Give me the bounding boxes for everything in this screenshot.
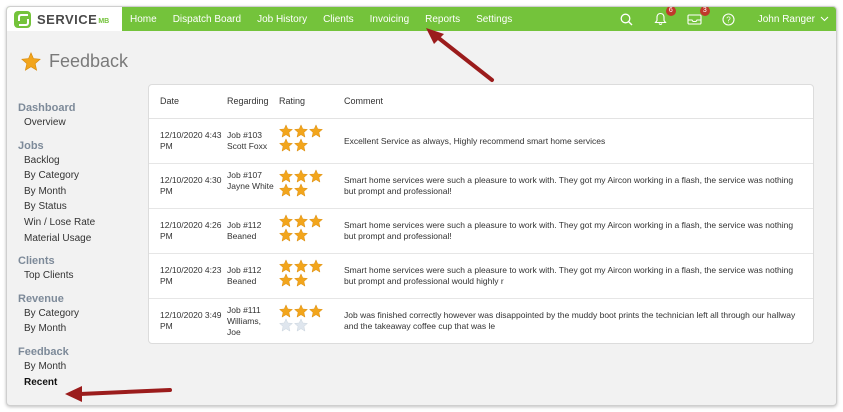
nav-utilities: 6 3 ? John Ranger (610, 7, 836, 31)
star-filled-icon (309, 169, 323, 183)
star-filled-icon (279, 169, 293, 183)
table-row[interactable]: 12/10/2020 3:49 PM Job #111 Williams, Jo… (149, 299, 813, 344)
sidebar-heading-dashboard: Dashboard (18, 102, 76, 114)
date-cell: 12/10/2020 4:43 PM (160, 130, 222, 151)
sidebar-item-jobs-by-month[interactable]: By Month (18, 184, 133, 200)
search-icon[interactable] (619, 11, 635, 27)
regarding-cell[interactable]: Job #107 Jayne White (227, 170, 277, 192)
table-row[interactable]: 12/10/2020 4:30 PM Job #107 Jayne White … (149, 164, 813, 209)
logo-icon (14, 10, 31, 28)
star-filled-icon (309, 214, 323, 228)
star-filled-icon (294, 214, 308, 228)
date-cell: 12/10/2020 4:30 PM (160, 175, 222, 196)
annotation-arrow-recent (65, 386, 172, 402)
table-row[interactable]: 12/10/2020 4:26 PM Job #112 Beaned Smart… (149, 209, 813, 254)
table-row[interactable]: 12/10/2020 4:43 PM Job #103 Scott Foxx E… (149, 119, 813, 164)
nav-dispatch-board[interactable]: Dispatch Board (173, 14, 241, 25)
star-filled-icon (294, 273, 308, 287)
rating-stars (279, 259, 325, 287)
star-filled-icon (294, 169, 308, 183)
star-filled-icon (279, 138, 293, 152)
page-header: Feedback (21, 51, 128, 72)
star-filled-icon (294, 304, 308, 318)
star-filled-icon (279, 183, 293, 197)
comment-cell: Smart home services were such a pleasure… (344, 175, 794, 196)
star-filled-icon (279, 228, 293, 242)
nav-settings[interactable]: Settings (476, 14, 512, 25)
star-filled-icon (279, 304, 293, 318)
page-title: Feedback (49, 51, 129, 71)
brand-logo[interactable]: SERVICE MB (7, 7, 122, 31)
sidebar-item-material-usage[interactable]: Material Usage (18, 231, 133, 247)
rating-stars (279, 124, 325, 152)
sidebar-item-jobs-by-status[interactable]: By Status (18, 199, 133, 215)
star-filled-icon (279, 273, 293, 287)
comment-cell: Excellent Service as always, Highly reco… (344, 136, 606, 146)
reports-sidebar: Dashboard Overview Jobs Backlog By Categ… (18, 101, 133, 390)
help-icon[interactable]: ? (721, 11, 737, 27)
inbox-badge: 3 (699, 7, 710, 16)
star-filled-icon (279, 124, 293, 138)
star-filled-icon (294, 138, 308, 152)
star-empty-icon (279, 318, 293, 332)
sidebar-heading-feedback: Feedback (18, 345, 69, 358)
table-row[interactable]: 12/10/2020 4:23 PM Job #112 Beaned Smart… (149, 254, 813, 299)
star-filled-icon (279, 214, 293, 228)
nav-home[interactable]: Home (130, 14, 157, 25)
comment-cell: Job was finished correctly however was d… (344, 310, 796, 331)
sidebar-item-feedback-by-month[interactable]: By Month (18, 359, 133, 375)
table-header: Date Regarding Rating Comment (149, 85, 813, 119)
notifications-bell-icon[interactable]: 6 (653, 7, 676, 27)
date-cell: 12/10/2020 3:49 PM (160, 310, 222, 331)
sidebar-item-backlog[interactable]: Backlog (18, 153, 133, 169)
brand-suffix: MB (98, 17, 110, 25)
svg-text:?: ? (727, 15, 732, 24)
rating-stars (279, 169, 325, 197)
star-empty-icon (294, 318, 308, 332)
comment-cell: Smart home services were such a pleasure… (344, 265, 794, 286)
star-filled-icon (309, 124, 323, 138)
sidebar-heading-jobs: Jobs (18, 139, 44, 152)
regarding-cell[interactable]: Job #112 Beaned (227, 265, 277, 287)
nav-job-history[interactable]: Job History (257, 14, 307, 25)
comment-cell: Smart home services were such a pleasure… (344, 220, 794, 241)
sidebar-heading-revenue: Revenue (18, 292, 64, 305)
star-filled-icon (309, 259, 323, 273)
inbox-icon[interactable]: 3 (687, 7, 710, 27)
star-filled-icon (294, 228, 308, 242)
sidebar-item-revenue-by-category[interactable]: By Category (18, 306, 133, 322)
column-header-regarding[interactable]: Regarding (227, 96, 269, 106)
sidebar-heading-clients: Clients (18, 255, 55, 268)
annotation-arrow-reports (426, 28, 494, 82)
star-filled-icon (294, 259, 308, 273)
date-cell: 12/10/2020 4:23 PM (160, 265, 222, 286)
column-header-rating[interactable]: Rating (279, 96, 305, 106)
nav-clients[interactable]: Clients (323, 14, 354, 25)
date-cell: 12/10/2020 4:26 PM (160, 220, 222, 241)
column-header-date[interactable]: Date (160, 96, 179, 106)
rating-stars (279, 214, 325, 242)
star-icon (21, 52, 41, 71)
column-header-comment[interactable]: Comment (344, 96, 383, 106)
star-filled-icon (279, 259, 293, 273)
bell-badge: 6 (665, 7, 676, 16)
sidebar-item-top-clients[interactable]: Top Clients (18, 268, 133, 284)
rating-stars (279, 304, 325, 332)
sidebar-item-jobs-by-category[interactable]: By Category (18, 168, 133, 184)
sidebar-item-revenue-by-month[interactable]: By Month (18, 321, 133, 337)
nav-invoicing[interactable]: Invoicing (370, 14, 409, 25)
sidebar-item-overview[interactable]: Overview (18, 115, 133, 131)
sidebar-item-win-lose-rate[interactable]: Win / Lose Rate (18, 215, 133, 231)
feedback-table: Date Regarding Rating Comment 12/10/2020… (148, 84, 814, 344)
star-filled-icon (309, 304, 323, 318)
chevron-down-icon[interactable] (819, 11, 829, 27)
star-filled-icon (294, 124, 308, 138)
brand-name: SERVICE (37, 11, 98, 27)
regarding-cell[interactable]: Job #103 Scott Foxx (227, 130, 277, 152)
user-menu-name[interactable]: John Ranger (758, 14, 815, 25)
regarding-cell[interactable]: Job #112 Beaned (227, 220, 277, 242)
star-filled-icon (294, 183, 308, 197)
nav-reports[interactable]: Reports (425, 14, 460, 25)
regarding-cell[interactable]: Job #111 Williams, Joe (227, 305, 277, 338)
